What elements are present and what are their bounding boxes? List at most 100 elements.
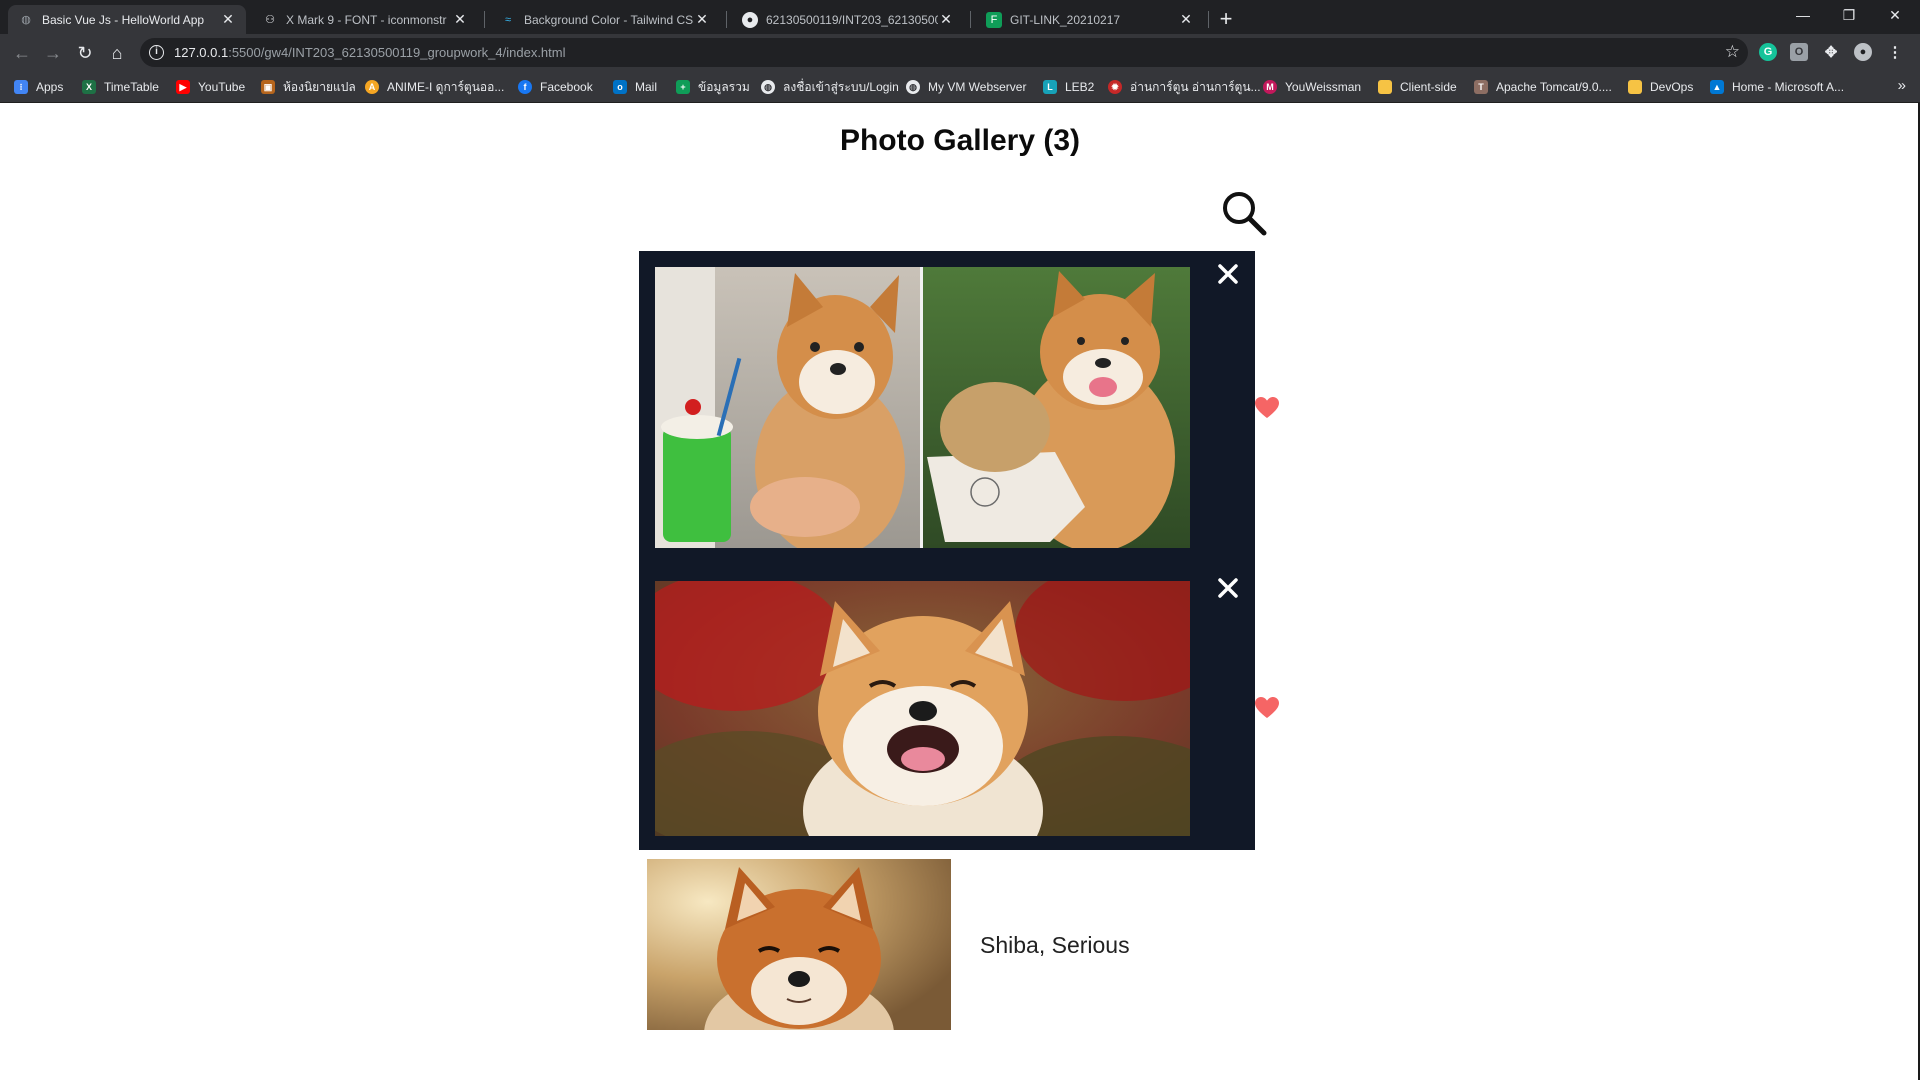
bookmark-tomcat[interactable]: T Apache Tomcat/9.0.... [1474,78,1612,96]
search-icon[interactable] [1221,190,1267,236]
gallery-photo[interactable] [647,859,951,1030]
url-path: :5500/gw4/INT203_62130500119_groupwork_4… [228,45,566,60]
reload-button[interactable]: ↻ [72,40,98,66]
tab-iconmonstr[interactable]: ⚇ X Mark 9 - FONT - iconmonstr ✕ [252,5,478,34]
sheets-icon: + [676,80,690,94]
heart-icon[interactable] [1254,696,1280,720]
azure-icon: ▲ [1710,80,1724,94]
bookmark-star-icon[interactable]: ☆ [1725,42,1740,62]
sheet-icon: F [986,11,1002,28]
page-content: Photo Gallery (3) Shiba, Serious [0,103,1920,1080]
close-icon[interactable] [1215,575,1241,601]
bookmark-client-side[interactable]: Client-side [1378,78,1457,96]
bookmark-label: YouWeissman [1285,80,1362,94]
tab-separator [726,11,727,28]
url-text[interactable]: 127.0.0.1:5500/gw4/INT203_62130500119_gr… [174,45,566,60]
tab-separator [970,11,971,28]
bookmark-mail[interactable]: o Mail [613,78,657,96]
favorites-panel [639,251,1255,850]
bookmarks-overflow-icon[interactable]: » [1898,77,1906,94]
restore-button[interactable]: ❐ [1826,0,1872,30]
tab-title: Background Color - Tailwind CSS [524,12,694,27]
bookmark-leb2[interactable]: L LEB2 [1043,78,1094,96]
bookmark-label: DevOps [1650,80,1694,94]
smiling-shiba-image [655,581,1190,836]
tab-title: Basic Vue Js - HelloWorld App [42,12,205,27]
manga-icon: ✹ [1108,80,1122,94]
bookmark-youtube[interactable]: ▶ YouTube [176,78,245,96]
tab-github[interactable]: ● 62130500119/INT203_62130500 ✕ [732,5,964,34]
bookmark-manga[interactable]: ✹ อ่านการ์ตูน อ่านการ์ตูน... [1108,78,1261,96]
bookmark-apps[interactable]: ⁝ Apps [14,78,63,96]
grammarly-icon[interactable]: G [1759,43,1777,61]
close-tab-icon[interactable]: ✕ [694,11,710,28]
bookmark-vm[interactable]: ◍ My VM Webserver [906,78,1026,96]
close-window-button[interactable]: ✕ [1872,0,1918,30]
bookmark-label: Client-side [1400,80,1457,94]
photo-caption: Shiba, Serious [980,932,1130,958]
close-icon[interactable] [1215,261,1241,287]
outlook-icon: o [613,80,627,94]
close-tab-icon[interactable]: ✕ [452,11,468,28]
bookmark-label: LEB2 [1065,80,1095,94]
heart-icon[interactable] [1254,396,1280,420]
anime-icon: A [365,80,379,94]
home-button[interactable]: ⌂ [104,40,130,66]
close-tab-icon[interactable]: ✕ [1178,11,1194,28]
github-icon: ● [742,11,758,28]
bookmark-label: Apache Tomcat/9.0.... [1496,80,1612,94]
bookmark-label: ANIME-I ดูการ์ตูนออ... [387,79,505,94]
profile-avatar[interactable]: ● [1854,43,1872,61]
bookmark-label: TimeTable [104,80,159,94]
apps-grid-icon: ⁝ [14,80,28,94]
bookmark-devops[interactable]: DevOps [1628,78,1693,96]
leb2-icon: L [1043,80,1057,94]
facebook-icon: f [518,80,532,94]
gallery-photo[interactable] [655,267,1190,548]
bookmark-timetable[interactable]: X TimeTable [82,78,159,96]
browser-toolbar: ← → ↻ ⌂ i 127.0.0.1:5500/gw4/INT203_6213… [0,34,1920,71]
bookmark-label: Home - Microsoft A... [1732,80,1845,94]
bookmark-label: อ่านการ์ตูน อ่านการ์ตูน... [1130,79,1261,94]
bookmark-anime[interactable]: A ANIME-I ดูการ์ตูนออ... [365,78,504,96]
new-tab-button[interactable]: + [1214,8,1238,32]
globe-icon: ◍ [906,80,920,94]
menu-kebab-icon[interactable]: ⋮ [1886,43,1904,61]
address-bar[interactable]: i 127.0.0.1:5500/gw4/INT203_62130500119_… [140,38,1748,67]
tab-basic-vue[interactable]: ◍ Basic Vue Js - HelloWorld App ✕ [8,5,246,34]
bookmark-login[interactable]: ◍ ลงชื่อเข้าสู่ระบบ/Login [761,78,899,96]
bookmark-label: Apps [36,80,64,94]
close-tab-icon[interactable]: ✕ [220,11,236,28]
minimize-button[interactable]: — [1780,0,1826,30]
back-button[interactable]: ← [9,40,35,66]
shiba-collage-image [655,267,1190,548]
forward-button[interactable]: → [40,40,66,66]
image-icon: ▣ [261,80,275,94]
bookmark-data[interactable]: + ข้อมูลรวม [676,78,750,96]
tomcat-icon: T [1474,80,1488,94]
bookmark-azure[interactable]: ▲ Home - Microsoft A... [1710,78,1844,96]
bookmark-novel[interactable]: ▣ ห้องนิยายแปล [261,78,356,96]
bookmark-label: ลงชื่อเข้าสู่ระบบ/Login [783,79,899,94]
tab-git-link[interactable]: F GIT-LINK_20210217 ✕ [976,5,1204,34]
folder-icon [1378,80,1392,94]
bookmark-label: ห้องนิยายแปล [283,79,356,94]
bookmark-label: Facebook [540,80,593,94]
bookmark-label: Mail [635,80,658,94]
puzzle-icon[interactable]: ✥ [1822,43,1840,61]
bookmark-youweissman[interactable]: M YouWeissman [1263,78,1361,96]
tab-separator [1208,11,1209,28]
extension-icon[interactable]: O [1790,43,1808,61]
browser-tab-strip: ◍ Basic Vue Js - HelloWorld App ✕ ⚇ X Ma… [0,0,1920,34]
bookmark-facebook[interactable]: f Facebook [518,78,593,96]
info-icon[interactable]: i [149,45,164,60]
tab-tailwind[interactable]: ≈ Background Color - Tailwind CSS ✕ [490,5,720,34]
globe-icon: ◍ [21,14,31,26]
gallery-photo[interactable] [655,581,1190,836]
youtube-icon: ▶ [176,80,190,94]
page-title: Photo Gallery (3) [839,124,1081,157]
iconmonstr-icon: ⚇ [265,14,275,26]
tab-separator [484,11,485,28]
close-tab-icon[interactable]: ✕ [938,11,954,28]
tab-title: X Mark 9 - FONT - iconmonstr [286,12,447,27]
